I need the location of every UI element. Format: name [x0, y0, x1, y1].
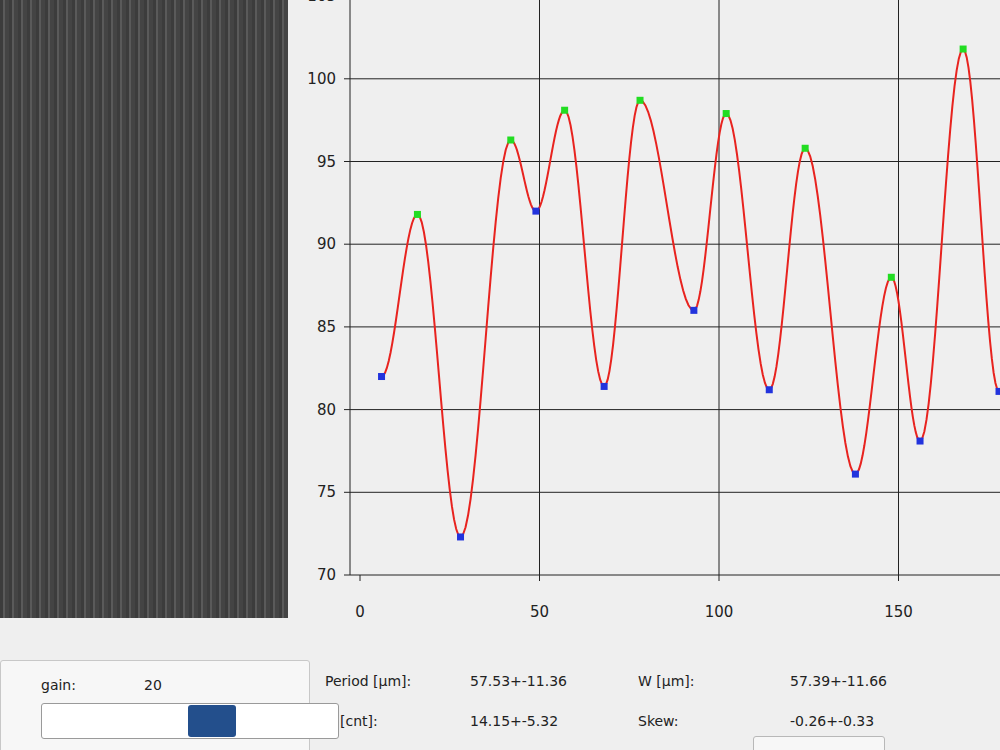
x-tick-label: 50 — [530, 603, 549, 621]
x-tick — [360, 575, 361, 581]
grid-line — [350, 161, 1000, 162]
marker — [507, 136, 514, 143]
marker — [457, 533, 464, 540]
y-tick-label: 105 — [307, 0, 336, 5]
gain-value: 20 — [144, 677, 162, 693]
stat-label: Period [µm]: — [325, 672, 470, 690]
stat-value: 57.53+-11.36 — [470, 672, 638, 690]
marker — [996, 388, 1000, 395]
y-tick — [344, 78, 350, 79]
gain-slider[interactable] — [41, 703, 339, 739]
x-tick — [539, 575, 540, 581]
marker — [532, 208, 539, 215]
marker — [690, 307, 697, 314]
y-tick — [344, 161, 350, 162]
y-tick — [344, 575, 350, 576]
grid-line — [350, 244, 1000, 245]
marker — [723, 110, 730, 117]
y-tick-label: 70 — [317, 566, 336, 584]
marker — [414, 211, 421, 218]
y-tick — [344, 409, 350, 410]
y-tick — [344, 244, 350, 245]
y-tick — [344, 326, 350, 327]
y-tick-label: 95 — [317, 153, 336, 171]
x-tick-label: 0 — [355, 603, 365, 621]
y-tick — [344, 492, 350, 493]
stat-value: -0.26+-0.33 — [790, 712, 960, 730]
x-tick-label: 100 — [705, 603, 734, 621]
marker — [637, 97, 644, 104]
stat-label: H [cnt]: — [325, 712, 470, 730]
x-tick-label: 150 — [884, 603, 913, 621]
x-tick — [719, 575, 720, 581]
micrograph-image — [0, 0, 288, 618]
stat-label: Skew: — [638, 712, 790, 730]
partial-button[interactable] — [753, 736, 885, 750]
x-tick — [898, 575, 899, 581]
marker — [917, 438, 924, 445]
grid-line — [350, 492, 1000, 493]
marker — [601, 383, 608, 390]
grid-line — [350, 78, 1000, 79]
maxima-markers — [414, 46, 967, 281]
y-tick-label: 85 — [317, 318, 336, 336]
y-tick-label: 100 — [307, 70, 336, 88]
stats-panel: Period [µm]:57.53+-11.36W [µm]:57.39+-11… — [325, 630, 960, 730]
stat-label: W [µm]: — [638, 672, 790, 690]
grid-line — [898, 0, 899, 575]
stat-value: 14.15+-5.32 — [470, 712, 638, 730]
marker — [852, 471, 859, 478]
grid-line — [350, 409, 1000, 410]
stat-value: 57.39+-11.66 — [790, 672, 960, 690]
marker — [378, 373, 385, 380]
gain-label: gain: — [41, 677, 144, 693]
marker — [888, 274, 895, 281]
marker — [766, 386, 773, 393]
y-axis — [350, 0, 351, 575]
x-axis — [350, 575, 1000, 576]
profile-chart: 70 75 80 85 90 95 100 105 0 50 100 150 — [288, 0, 1000, 630]
gain-panel: gain: 20 — [0, 660, 310, 750]
y-tick-label: 80 — [317, 401, 336, 419]
minima-markers — [378, 208, 1000, 541]
y-tick-label: 90 — [317, 235, 336, 253]
slider-thumb[interactable] — [188, 705, 236, 737]
profile-line — [382, 49, 999, 537]
marker — [561, 107, 568, 114]
marker — [802, 145, 809, 152]
grid-line — [719, 0, 720, 575]
grid-line — [539, 0, 540, 575]
y-tick-label: 75 — [317, 483, 336, 501]
marker — [960, 46, 967, 53]
